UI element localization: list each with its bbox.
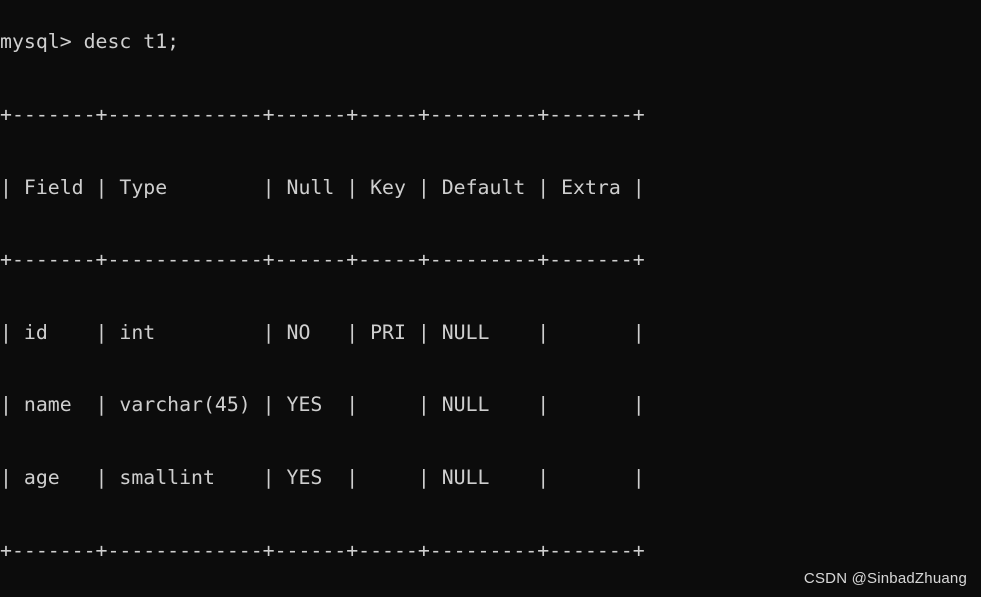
terminal-window[interactable]: mysql> desc t1; +-------+-------------+-… — [0, 0, 981, 597]
terminal-line: +-------+-------------+------+-----+----… — [0, 103, 645, 126]
terminal-screen[interactable]: mysql> desc t1; +-------+-------------+-… — [0, 0, 981, 597]
terminal-line: mysql> desc t1; — [0, 30, 180, 54]
terminal-line: +-------+-------------+------+-----+----… — [0, 248, 645, 272]
terminal-line: | name | varchar(45) | YES | | NULL | | — [0, 393, 645, 417]
terminal-line: | Field | Type | Null | Key | Default | … — [0, 175, 645, 199]
terminal-line: | id | int | NO | PRI | NULL | | — [0, 320, 645, 344]
terminal-line: | age | smallint | YES | | NULL | | — [0, 465, 645, 489]
terminal-line: +-------+-------------+------+-----+----… — [0, 538, 645, 562]
watermark: CSDN @SinbadZhuang — [803, 569, 967, 587]
